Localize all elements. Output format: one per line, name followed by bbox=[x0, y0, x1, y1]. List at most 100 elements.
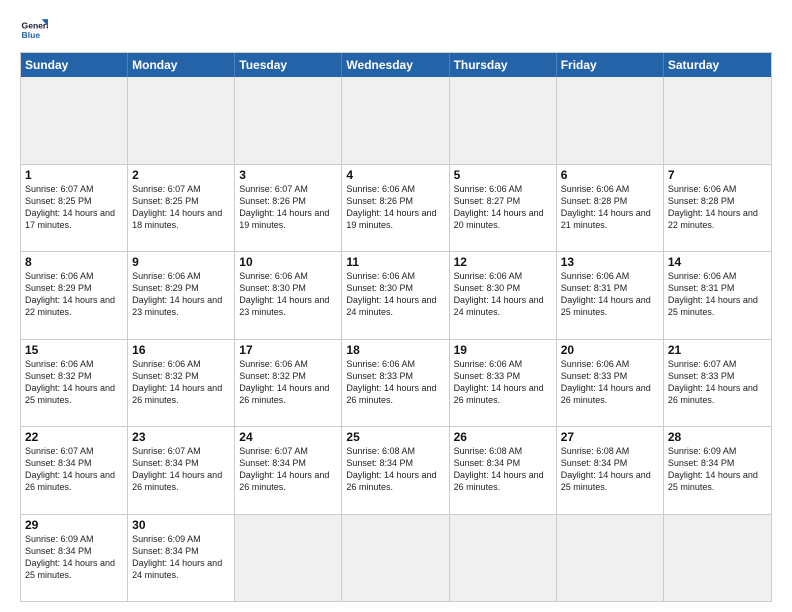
calendar-cell: 29Sunrise: 6:09 AMSunset: 8:34 PMDayligh… bbox=[21, 515, 128, 602]
sunrise-text: Sunrise: 6:06 AM bbox=[454, 358, 552, 370]
calendar-row: 29Sunrise: 6:09 AMSunset: 8:34 PMDayligh… bbox=[21, 514, 771, 602]
sunrise-text: Sunrise: 6:08 AM bbox=[561, 445, 659, 457]
sunrise-text: Sunrise: 6:06 AM bbox=[454, 270, 552, 282]
calendar-cell bbox=[664, 515, 771, 602]
sunrise-text: Sunrise: 6:06 AM bbox=[346, 183, 444, 195]
day-number: 9 bbox=[132, 255, 230, 269]
daylight-text: Daylight: 14 hours and 24 minutes. bbox=[346, 294, 444, 318]
calendar-cell: 25Sunrise: 6:08 AMSunset: 8:34 PMDayligh… bbox=[342, 427, 449, 514]
day-of-week-header: Friday bbox=[557, 53, 664, 77]
day-number: 14 bbox=[668, 255, 767, 269]
sunset-text: Sunset: 8:34 PM bbox=[454, 457, 552, 469]
calendar-cell: 2Sunrise: 6:07 AMSunset: 8:25 PMDaylight… bbox=[128, 165, 235, 252]
day-number: 28 bbox=[668, 430, 767, 444]
sunrise-text: Sunrise: 6:07 AM bbox=[239, 183, 337, 195]
calendar-cell: 23Sunrise: 6:07 AMSunset: 8:34 PMDayligh… bbox=[128, 427, 235, 514]
page: General Blue SundayMondayTuesdayWednesda… bbox=[0, 0, 792, 612]
day-number: 17 bbox=[239, 343, 337, 357]
calendar-cell bbox=[557, 515, 664, 602]
sunrise-text: Sunrise: 6:07 AM bbox=[25, 445, 123, 457]
calendar-row bbox=[21, 77, 771, 164]
sunrise-text: Sunrise: 6:06 AM bbox=[561, 358, 659, 370]
daylight-text: Daylight: 14 hours and 26 minutes. bbox=[239, 469, 337, 493]
sunrise-text: Sunrise: 6:07 AM bbox=[25, 183, 123, 195]
day-number: 26 bbox=[454, 430, 552, 444]
calendar-cell bbox=[664, 77, 771, 164]
day-number: 4 bbox=[346, 168, 444, 182]
sunrise-text: Sunrise: 6:06 AM bbox=[132, 270, 230, 282]
day-number: 24 bbox=[239, 430, 337, 444]
sunset-text: Sunset: 8:33 PM bbox=[454, 370, 552, 382]
calendar-cell: 15Sunrise: 6:06 AMSunset: 8:32 PMDayligh… bbox=[21, 340, 128, 427]
daylight-text: Daylight: 14 hours and 18 minutes. bbox=[132, 207, 230, 231]
calendar-cell: 30Sunrise: 6:09 AMSunset: 8:34 PMDayligh… bbox=[128, 515, 235, 602]
day-number: 6 bbox=[561, 168, 659, 182]
daylight-text: Daylight: 14 hours and 25 minutes. bbox=[561, 294, 659, 318]
calendar-cell: 13Sunrise: 6:06 AMSunset: 8:31 PMDayligh… bbox=[557, 252, 664, 339]
sunset-text: Sunset: 8:34 PM bbox=[239, 457, 337, 469]
logo-icon: General Blue bbox=[20, 16, 48, 44]
daylight-text: Daylight: 14 hours and 26 minutes. bbox=[25, 469, 123, 493]
calendar-body: 1Sunrise: 6:07 AMSunset: 8:25 PMDaylight… bbox=[21, 77, 771, 601]
sunrise-text: Sunrise: 6:07 AM bbox=[132, 445, 230, 457]
header: General Blue bbox=[20, 16, 772, 44]
sunrise-text: Sunrise: 6:07 AM bbox=[668, 358, 767, 370]
sunset-text: Sunset: 8:32 PM bbox=[132, 370, 230, 382]
daylight-text: Daylight: 14 hours and 20 minutes. bbox=[454, 207, 552, 231]
calendar-cell: 12Sunrise: 6:06 AMSunset: 8:30 PMDayligh… bbox=[450, 252, 557, 339]
sunrise-text: Sunrise: 6:09 AM bbox=[668, 445, 767, 457]
sunset-text: Sunset: 8:32 PM bbox=[25, 370, 123, 382]
calendar-cell bbox=[557, 77, 664, 164]
day-number: 22 bbox=[25, 430, 123, 444]
calendar-cell bbox=[235, 77, 342, 164]
calendar-cell bbox=[128, 77, 235, 164]
daylight-text: Daylight: 14 hours and 26 minutes. bbox=[132, 469, 230, 493]
calendar-cell: 11Sunrise: 6:06 AMSunset: 8:30 PMDayligh… bbox=[342, 252, 449, 339]
daylight-text: Daylight: 14 hours and 19 minutes. bbox=[239, 207, 337, 231]
day-number: 21 bbox=[668, 343, 767, 357]
sunrise-text: Sunrise: 6:07 AM bbox=[132, 183, 230, 195]
daylight-text: Daylight: 14 hours and 26 minutes. bbox=[346, 382, 444, 406]
sunset-text: Sunset: 8:33 PM bbox=[561, 370, 659, 382]
sunrise-text: Sunrise: 6:06 AM bbox=[561, 183, 659, 195]
sunset-text: Sunset: 8:34 PM bbox=[561, 457, 659, 469]
daylight-text: Daylight: 14 hours and 25 minutes. bbox=[25, 382, 123, 406]
calendar-cell: 3Sunrise: 6:07 AMSunset: 8:26 PMDaylight… bbox=[235, 165, 342, 252]
sunset-text: Sunset: 8:33 PM bbox=[668, 370, 767, 382]
calendar-cell bbox=[235, 515, 342, 602]
calendar-cell: 17Sunrise: 6:06 AMSunset: 8:32 PMDayligh… bbox=[235, 340, 342, 427]
sunrise-text: Sunrise: 6:06 AM bbox=[346, 270, 444, 282]
day-number: 1 bbox=[25, 168, 123, 182]
calendar-cell: 20Sunrise: 6:06 AMSunset: 8:33 PMDayligh… bbox=[557, 340, 664, 427]
daylight-text: Daylight: 14 hours and 25 minutes. bbox=[668, 469, 767, 493]
sunset-text: Sunset: 8:34 PM bbox=[132, 545, 230, 557]
calendar-cell: 6Sunrise: 6:06 AMSunset: 8:28 PMDaylight… bbox=[557, 165, 664, 252]
sunset-text: Sunset: 8:30 PM bbox=[346, 282, 444, 294]
day-number: 16 bbox=[132, 343, 230, 357]
sunset-text: Sunset: 8:34 PM bbox=[668, 457, 767, 469]
sunset-text: Sunset: 8:26 PM bbox=[346, 195, 444, 207]
sunset-text: Sunset: 8:28 PM bbox=[561, 195, 659, 207]
calendar-cell: 18Sunrise: 6:06 AMSunset: 8:33 PMDayligh… bbox=[342, 340, 449, 427]
day-number: 25 bbox=[346, 430, 444, 444]
sunrise-text: Sunrise: 6:06 AM bbox=[346, 358, 444, 370]
calendar-cell: 10Sunrise: 6:06 AMSunset: 8:30 PMDayligh… bbox=[235, 252, 342, 339]
sunrise-text: Sunrise: 6:06 AM bbox=[132, 358, 230, 370]
sunrise-text: Sunrise: 6:06 AM bbox=[561, 270, 659, 282]
sunrise-text: Sunrise: 6:06 AM bbox=[25, 358, 123, 370]
daylight-text: Daylight: 14 hours and 26 minutes. bbox=[239, 382, 337, 406]
daylight-text: Daylight: 14 hours and 26 minutes. bbox=[346, 469, 444, 493]
calendar-cell: 19Sunrise: 6:06 AMSunset: 8:33 PMDayligh… bbox=[450, 340, 557, 427]
day-number: 18 bbox=[346, 343, 444, 357]
sunrise-text: Sunrise: 6:06 AM bbox=[239, 270, 337, 282]
sunset-text: Sunset: 8:30 PM bbox=[454, 282, 552, 294]
day-number: 7 bbox=[668, 168, 767, 182]
sunset-text: Sunset: 8:32 PM bbox=[239, 370, 337, 382]
calendar-row: 15Sunrise: 6:06 AMSunset: 8:32 PMDayligh… bbox=[21, 339, 771, 427]
calendar-cell: 8Sunrise: 6:06 AMSunset: 8:29 PMDaylight… bbox=[21, 252, 128, 339]
sunset-text: Sunset: 8:34 PM bbox=[132, 457, 230, 469]
sunset-text: Sunset: 8:34 PM bbox=[25, 457, 123, 469]
sunrise-text: Sunrise: 6:06 AM bbox=[668, 270, 767, 282]
daylight-text: Daylight: 14 hours and 25 minutes. bbox=[25, 557, 123, 581]
calendar-cell bbox=[450, 77, 557, 164]
